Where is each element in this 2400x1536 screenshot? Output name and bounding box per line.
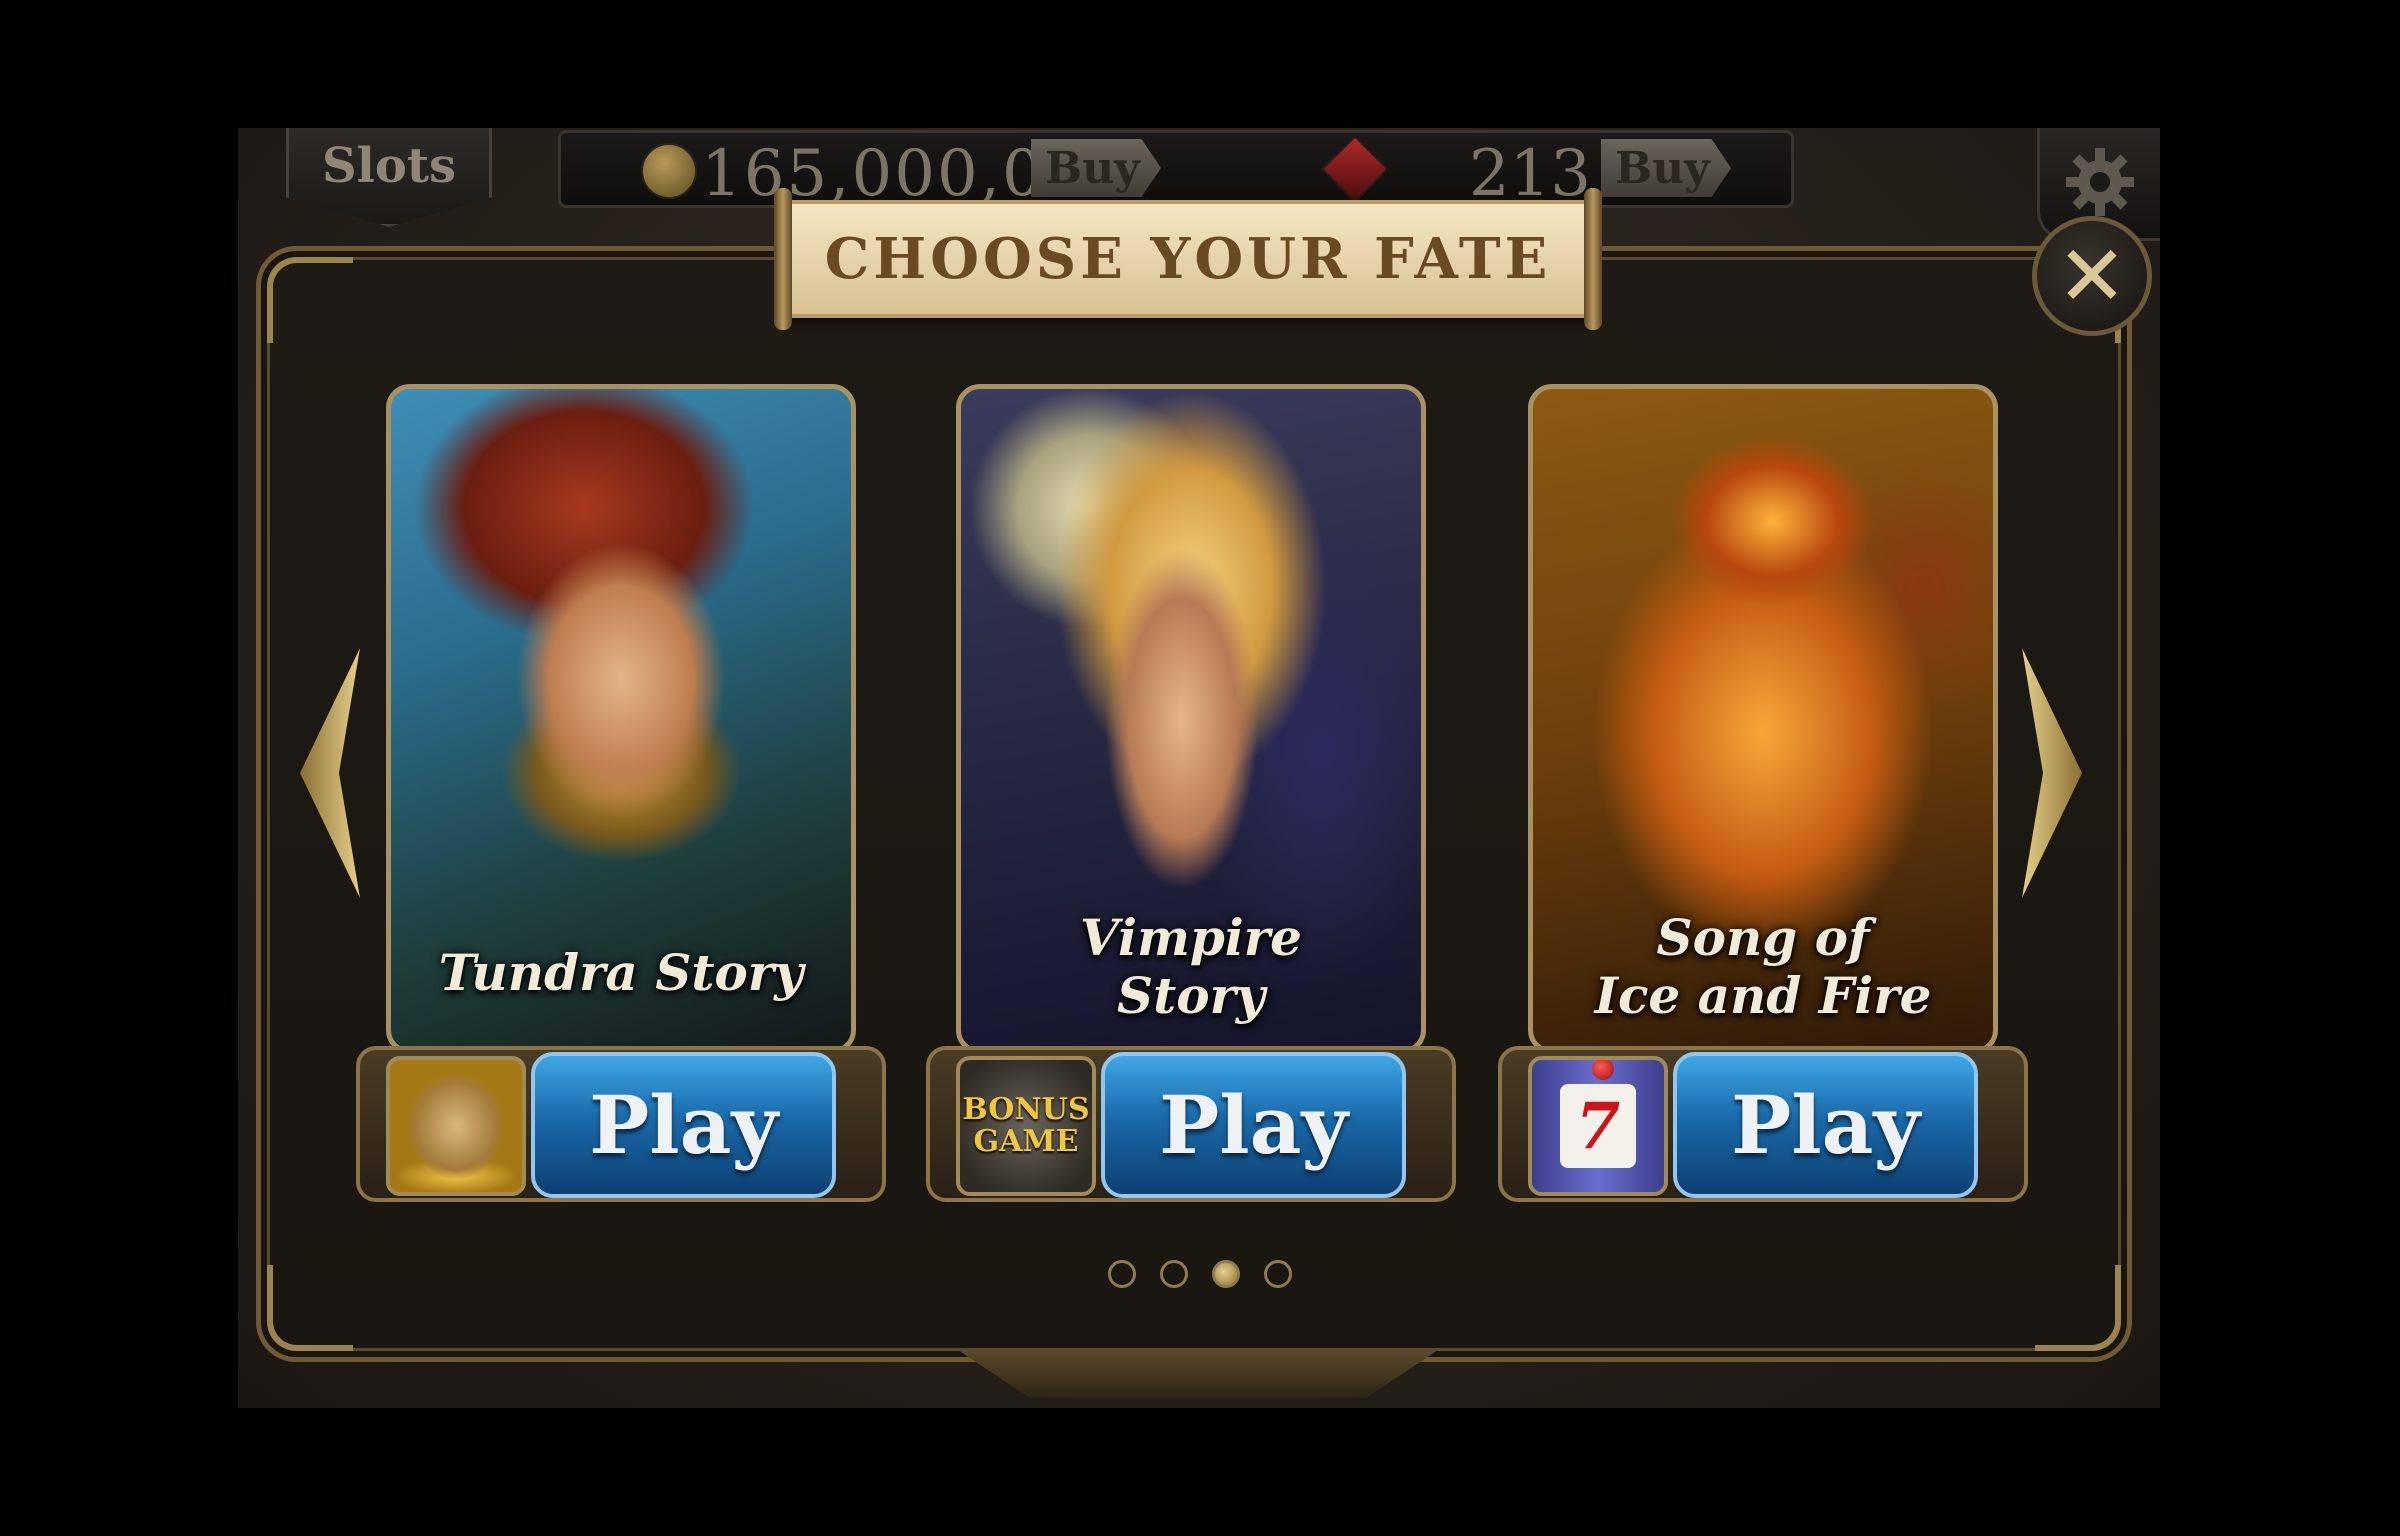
gear-icon [2066,148,2134,216]
game-screen: Slots 165,000,000 Buy 213 Buy CHOOSE YOU… [238,128,2160,1408]
vimpire-story-artwork[interactable]: Vimpire Story [956,384,1426,1054]
buy-gems-button[interactable]: Buy [1601,139,1731,197]
bonus-game-icon: BONUS GAME [956,1056,1096,1196]
page-dot[interactable] [1108,1260,1136,1288]
game-card-tundra-story: Tundra Story Play [356,384,886,1202]
slot-lever-knob [1592,1060,1614,1080]
page-dot[interactable] [1212,1260,1240,1288]
game-card-vimpire-story: Vimpire Story BONUS GAME Play [926,384,1456,1202]
slot-seven: 7 [1575,1088,1621,1164]
game-title: Song of Ice and Fire [1594,908,1932,1025]
play-button[interactable]: Play [1101,1052,1406,1198]
play-row: 7 Play [1498,1040,2028,1210]
play-row: BONUS GAME Play [926,1040,1456,1210]
slots-tab-label: Slots [321,138,457,194]
corner-ornament [2035,1265,2121,1351]
play-button[interactable]: Play [531,1052,836,1198]
page-indicator [1108,1260,1292,1288]
close-icon: ✕ [2056,227,2128,325]
currency-bar: 165,000,000 Buy 213 Buy [558,130,1794,211]
corner-ornament [267,257,353,343]
gem-icon [1321,135,1389,203]
play-row: Play [356,1040,886,1210]
buy-coins-button[interactable]: Buy [1031,139,1161,197]
close-button[interactable]: ✕ [2032,216,2152,336]
slots-tab[interactable]: Slots [286,128,492,227]
dialog-title: CHOOSE YOUR FATE [824,226,1552,292]
page-dot[interactable] [1160,1260,1188,1288]
game-card-song-of-ice-and-fire: Song of Ice and Fire 7 Play [1498,384,2028,1202]
song-of-ice-and-fire-artwork[interactable]: Song of Ice and Fire [1528,384,1998,1054]
bonus-label: BONUS [962,1092,1090,1127]
title-banner: CHOOSE YOUR FATE [774,188,1602,330]
tundra-story-artwork[interactable]: Tundra Story [386,384,856,1054]
game-title: Tundra Story [438,943,804,1002]
bottom-ornament [958,1350,1438,1398]
play-button[interactable]: Play [1673,1052,1978,1198]
coin-icon [641,143,697,199]
slot-machine-icon: 7 [1528,1056,1668,1196]
slot-reel: 7 [1560,1084,1636,1168]
corner-ornament [267,1265,353,1351]
game-title: Vimpire Story [1080,908,1302,1025]
page-dot[interactable] [1264,1260,1292,1288]
game-label: GAME [973,1124,1079,1159]
gold-sack-icon [386,1056,526,1196]
